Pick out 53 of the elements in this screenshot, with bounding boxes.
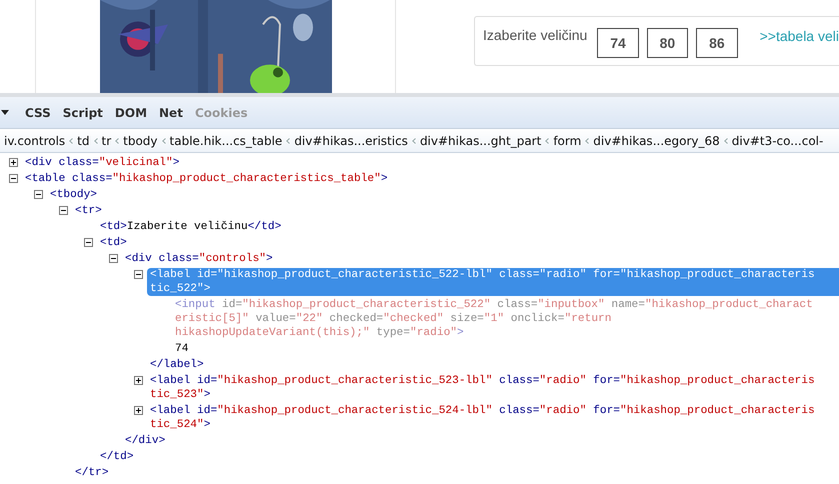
breadcrumb-item[interactable]: div#hikas...egory_68: [589, 134, 724, 148]
size-button[interactable]: 80: [646, 28, 688, 58]
collapse-icon[interactable]: [34, 190, 43, 199]
code-line: </tr>: [75, 466, 109, 480]
breadcrumb-item[interactable]: iv.controls: [0, 134, 70, 148]
size-button[interactable]: 74: [597, 28, 639, 58]
separator-icon: [286, 138, 290, 144]
separator-icon: [585, 138, 590, 144]
expand-icon[interactable]: [134, 406, 143, 415]
breadcrumb-item[interactable]: tr: [98, 134, 116, 148]
code-line: </div>: [125, 434, 166, 448]
collapse-icon[interactable]: [59, 206, 68, 215]
breadcrumb-item[interactable]: table.hik...cs_table: [166, 134, 286, 148]
code-line[interactable]: <tbody>: [50, 188, 97, 202]
code-line[interactable]: <tr>: [75, 204, 102, 218]
breadcrumb-item[interactable]: div#t3-co...col-: [728, 134, 828, 148]
collapse-icon[interactable]: [9, 174, 18, 183]
size-button[interactable]: 86: [696, 28, 738, 58]
separator-icon: [412, 138, 416, 144]
code-line[interactable]: tic_524">: [150, 418, 815, 432]
code-line[interactable]: <div class="velicinal">: [25, 156, 180, 170]
code-line[interactable]: <label id="hikashop_product_characteristic_523-lbl" class="radio" for="hikashop_product_characteris: [150, 374, 815, 388]
code-line: </label>: [150, 358, 204, 372]
breadcrumb-item[interactable]: td: [73, 134, 94, 148]
code-line[interactable]: tic_523">: [150, 388, 815, 402]
code-line[interactable]: <label id="hikashop_product_characteristic_524-lbl" class="radio" for="hikashop_product_characteris: [150, 404, 815, 418]
separator-icon: [724, 138, 728, 144]
code-line[interactable]: <div class="controls">: [125, 252, 273, 266]
breadcrumb-item[interactable]: form: [549, 134, 586, 148]
collapse-icon[interactable]: [109, 254, 118, 263]
breadcrumb-item[interactable]: div#hikas...eristics: [290, 134, 412, 148]
breadcrumb-item[interactable]: tbody: [119, 134, 162, 148]
expand-icon[interactable]: [9, 158, 18, 167]
code-line[interactable]: <td>Izaberite veličinu</td>: [100, 220, 282, 234]
size-label: Izaberite veličinu: [483, 27, 588, 43]
devtools-tab[interactable]: Script: [56, 106, 109, 120]
separator-icon: [162, 138, 166, 144]
devtools-tab[interactable]: Net: [153, 106, 189, 120]
code-line: 74: [175, 342, 188, 356]
separator-icon: [69, 138, 74, 144]
separator-icon: [94, 138, 98, 144]
collapse-icon[interactable]: [134, 270, 143, 279]
code-line: </td>: [100, 450, 134, 464]
devtools-tab[interactable]: DOM: [108, 106, 154, 120]
separator-icon: [115, 138, 120, 144]
collapse-icon[interactable]: [84, 238, 93, 247]
breadcrumb-item[interactable]: div#hikas...ght_part: [416, 134, 546, 148]
code-line[interactable]: <table class="hikashop_product_characteristics_table">: [25, 172, 388, 186]
code-line[interactable]: <td>: [100, 236, 127, 250]
expand-icon[interactable]: [134, 376, 143, 385]
devtools-tab[interactable]: CSS: [19, 106, 57, 120]
separator-icon: [545, 138, 550, 144]
caret-icon[interactable]: [1, 110, 9, 115]
